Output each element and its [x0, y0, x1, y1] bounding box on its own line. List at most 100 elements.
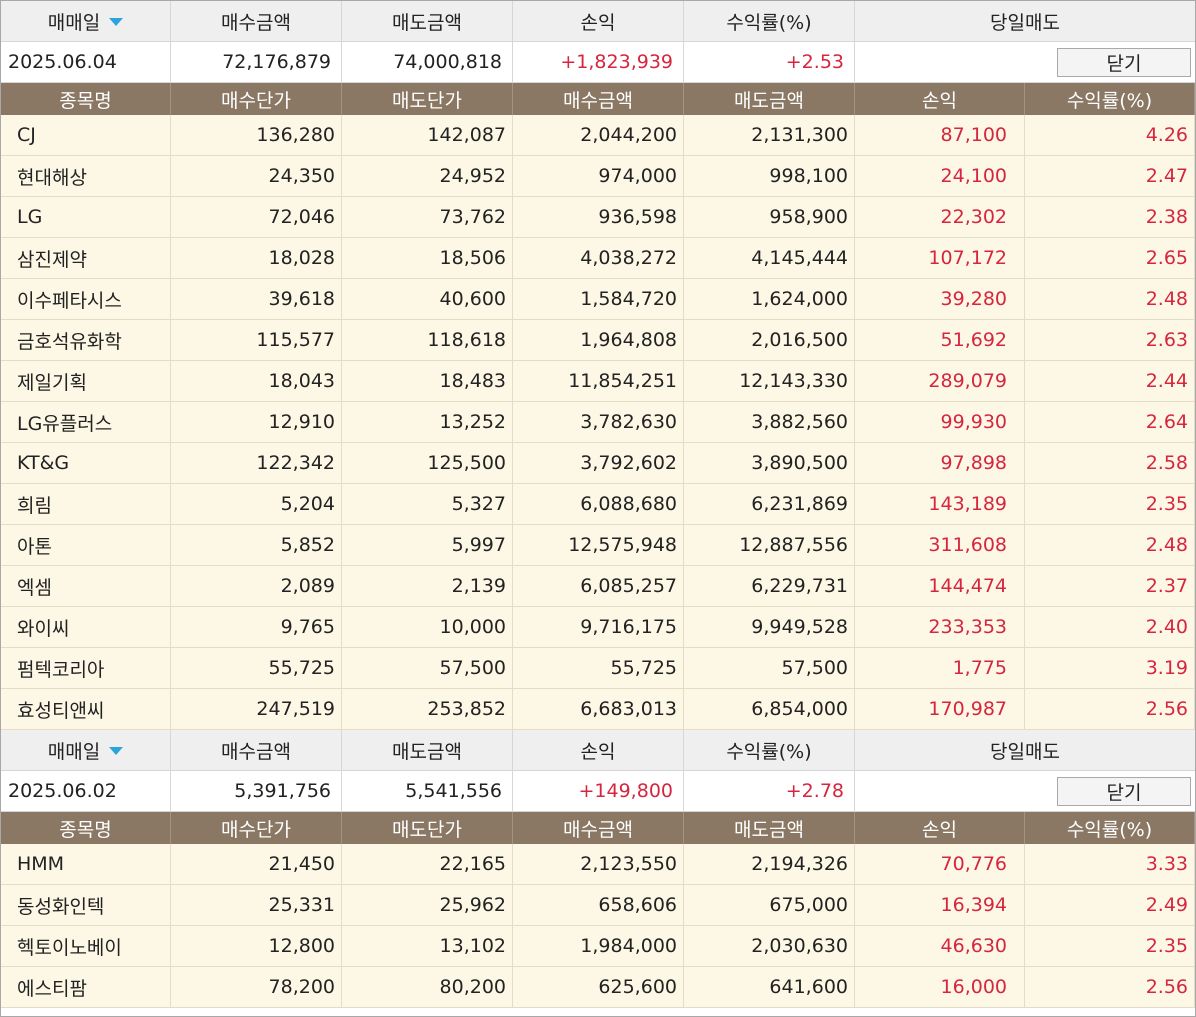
total-sell-amount: 74,000,818: [342, 42, 513, 83]
table-row[interactable]: 삼진제약 18,028 18,506 4,038,272 4,145,444 107,17…: [1, 238, 1195, 279]
table-row[interactable]: CJ 136,280 142,087 2,044,200 2,131,300 87,100…: [1, 115, 1195, 156]
table-row[interactable]: 현대해상 24,350 24,952 974,000 998,100 24,100 2.47: [1, 156, 1195, 197]
same-day-sell-header: 당일매도: [855, 1, 1195, 42]
buy-price: 24,350: [171, 156, 342, 197]
return-rate: 2.44: [1025, 361, 1195, 402]
total-profit: +1,823,939: [513, 42, 684, 83]
sell-price: 80,200: [342, 967, 513, 1008]
sell-amount: 675,000: [684, 885, 855, 926]
return-rate: 2.49: [1025, 885, 1195, 926]
sort-down-icon[interactable]: [109, 18, 124, 26]
sell-price: 125,500: [342, 443, 513, 484]
return-rate: 2.37: [1025, 566, 1195, 607]
sell-amount: 57,500: [684, 648, 855, 689]
stock-name: 동성화인텍: [1, 885, 171, 926]
col-sell-amount-header: 매도금액: [684, 83, 855, 115]
summary-header-row: 매매일 매수금액 매도금액 손익 수익률(%) 당일매도: [1, 1, 1195, 42]
buy-amount: 1,964,808: [513, 320, 684, 361]
profit: 99,930: [855, 402, 1025, 443]
sell-price: 18,506: [342, 238, 513, 279]
table-row[interactable]: 효성티앤씨 247,519 253,852 6,683,013 6,854,000 170…: [1, 689, 1195, 730]
sell-price: 2,139: [342, 566, 513, 607]
sell-amount: 998,100: [684, 156, 855, 197]
table-row[interactable]: 펌텍코리아 55,725 57,500 55,725 57,500 1,775 3.19: [1, 648, 1195, 689]
col-name-header: 종목명: [1, 83, 171, 115]
trade-date: 2025.06.02: [1, 771, 171, 812]
table-row[interactable]: 희림 5,204 5,327 6,088,680 6,231,869 143,189 2.3…: [1, 484, 1195, 525]
buy-amount: 3,782,630: [513, 402, 684, 443]
buy-amount: 4,038,272: [513, 238, 684, 279]
sell-price: 73,762: [342, 197, 513, 238]
sell-price: 13,252: [342, 402, 513, 443]
stock-name: 헥토이노베이: [1, 926, 171, 967]
sell-price: 40,600: [342, 279, 513, 320]
stock-name: KT&G: [1, 443, 171, 484]
table-row[interactable]: 엑셈 2,089 2,139 6,085,257 6,229,731 144,474 2.3…: [1, 566, 1195, 607]
same-day-sell-header: 당일매도: [855, 730, 1195, 771]
table-row[interactable]: 아톤 5,852 5,997 12,575,948 12,887,556 311,608 2…: [1, 525, 1195, 566]
table-row[interactable]: LG유플러스 12,910 13,252 3,782,630 3,882,560 99,9…: [1, 402, 1195, 443]
stock-name: 금호석유화학: [1, 320, 171, 361]
profit: 22,302: [855, 197, 1025, 238]
return-rate: 4.26: [1025, 115, 1195, 156]
trade-date: 2025.06.04: [1, 42, 171, 83]
return-rate: 2.40: [1025, 607, 1195, 648]
return-rate: 2.48: [1025, 525, 1195, 566]
table-row[interactable]: KT&G 122,342 125,500 3,792,602 3,890,500 97,8…: [1, 443, 1195, 484]
table-row[interactable]: LG 72,046 73,762 936,598 958,900 22,302 2.38: [1, 197, 1195, 238]
profit: 51,692: [855, 320, 1025, 361]
table-row[interactable]: HMM 21,450 22,165 2,123,550 2,194,326 70,776 3…: [1, 844, 1195, 885]
buy-price: 5,204: [171, 484, 342, 525]
profit: 97,898: [855, 443, 1025, 484]
table-row[interactable]: 와이씨 9,765 10,000 9,716,175 9,949,528 233,353 2…: [1, 607, 1195, 648]
return-rate: 2.56: [1025, 967, 1195, 1008]
sell-price: 57,500: [342, 648, 513, 689]
sell-price: 118,618: [342, 320, 513, 361]
trade-date-header-label: 매매일: [47, 740, 101, 763]
table-row[interactable]: 금호석유화학 115,577 118,618 1,964,808 2,016,500 51…: [1, 320, 1195, 361]
sell-amount: 1,624,000: [684, 279, 855, 320]
sell-amount-header: 매도금액: [342, 1, 513, 42]
buy-amount-header: 매수금액: [171, 730, 342, 771]
col-sell-amount-header: 매도금액: [684, 812, 855, 844]
trade-date-header[interactable]: 매매일: [1, 1, 171, 42]
sell-price: 142,087: [342, 115, 513, 156]
sell-price: 18,483: [342, 361, 513, 402]
table-row[interactable]: 제일기획 18,043 18,483 11,854,251 12,143,330 289,…: [1, 361, 1195, 402]
sell-price: 13,102: [342, 926, 513, 967]
table-row[interactable]: 헥토이노베이 12,800 13,102 1,984,000 2,030,630 46,6…: [1, 926, 1195, 967]
profit: 70,776: [855, 844, 1025, 885]
profit: 16,394: [855, 885, 1025, 926]
table-row[interactable]: 에스티팜 78,200 80,200 625,600 641,600 16,000 2.56: [1, 967, 1195, 1008]
profit: 107,172: [855, 238, 1025, 279]
table-row[interactable]: 동성화인텍 25,331 25,962 658,606 675,000 16,394 2.4…: [1, 885, 1195, 926]
sort-down-icon[interactable]: [109, 747, 124, 755]
stock-name: 아톤: [1, 525, 171, 566]
trade-day-group: 매매일 매수금액 매도금액 손익 수익률(%) 당일매도 2025.06.04 …: [1, 1, 1195, 730]
close-button[interactable]: 닫기: [1057, 47, 1191, 77]
column-header-row: 종목명 매수단가 매도단가 매수금액 매도금액 손익 수익률(%): [1, 83, 1195, 115]
profit: 143,189: [855, 484, 1025, 525]
return-rate: 2.35: [1025, 926, 1195, 967]
buy-amount: 625,600: [513, 967, 684, 1008]
table-row[interactable]: 이수페타시스 39,618 40,600 1,584,720 1,624,000 39,2…: [1, 279, 1195, 320]
return-rate: 3.19: [1025, 648, 1195, 689]
buy-price: 12,800: [171, 926, 342, 967]
trade-date-header[interactable]: 매매일: [1, 730, 171, 771]
buy-price: 122,342: [171, 443, 342, 484]
buy-amount: 2,044,200: [513, 115, 684, 156]
sell-amount: 3,890,500: [684, 443, 855, 484]
profit: 144,474: [855, 566, 1025, 607]
stock-name: HMM: [1, 844, 171, 885]
col-buy-amount-header: 매수금액: [513, 812, 684, 844]
profit: 87,100: [855, 115, 1025, 156]
column-header-row: 종목명 매수단가 매도단가 매수금액 매도금액 손익 수익률(%): [1, 812, 1195, 844]
sell-price: 24,952: [342, 156, 513, 197]
col-buy-amount-header: 매수금액: [513, 83, 684, 115]
buy-price: 55,725: [171, 648, 342, 689]
col-profit-header: 손익: [855, 812, 1025, 844]
close-button-cell: 닫기: [855, 42, 1195, 83]
buy-amount: 55,725: [513, 648, 684, 689]
close-button[interactable]: 닫기: [1057, 776, 1191, 806]
sell-amount: 641,600: [684, 967, 855, 1008]
